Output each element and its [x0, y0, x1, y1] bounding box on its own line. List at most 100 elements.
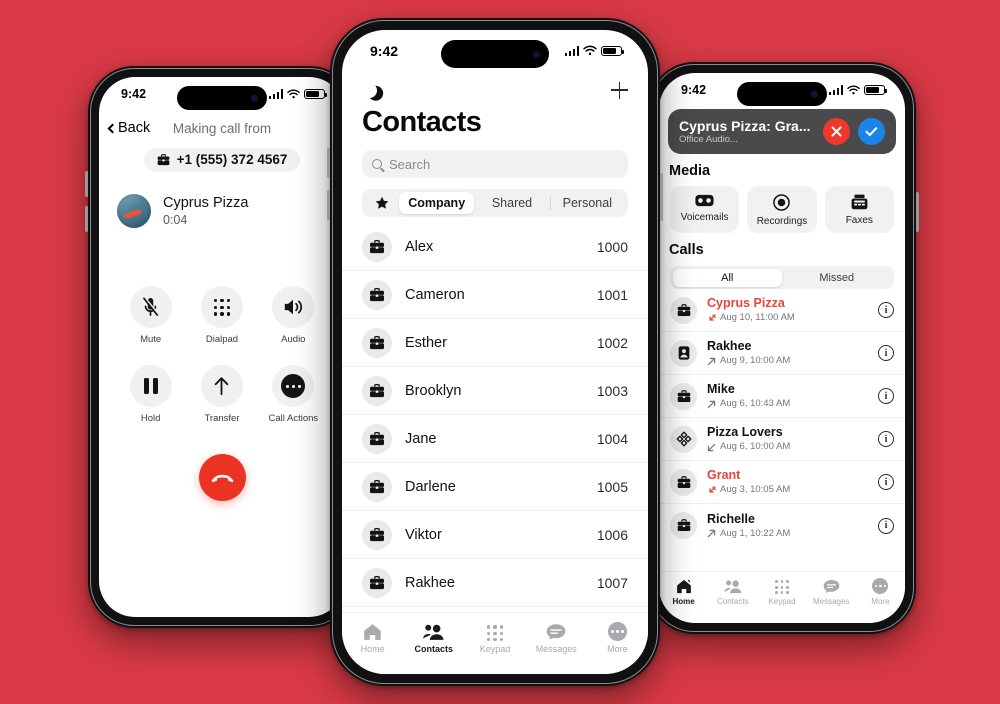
call-name: Richelle: [707, 511, 755, 526]
more-actions-label: Call Actions: [268, 413, 319, 425]
cellular-signal-icon: [828, 85, 843, 95]
contact-row[interactable]: Alex 1000: [342, 223, 648, 271]
briefcase-icon: [362, 327, 392, 358]
call-row[interactable]: Pizza Lovers Aug 6, 10:00 AM i: [659, 418, 905, 461]
segment-shared[interactable]: Shared: [474, 192, 549, 214]
contact-row[interactable]: Jane 1004: [342, 415, 648, 463]
decline-call-button[interactable]: [823, 118, 850, 145]
add-contact-button[interactable]: [611, 81, 628, 99]
hangup-button[interactable]: [198, 454, 246, 502]
wifi-icon: [847, 85, 860, 94]
volume-down-button[interactable]: [327, 190, 330, 220]
voicemails-card[interactable]: Voicemails: [670, 186, 740, 233]
briefcase-icon: [362, 375, 392, 406]
accept-call-button[interactable]: [858, 118, 885, 145]
info-icon[interactable]: i: [878, 345, 894, 361]
call-row[interactable]: Cyprus Pizza Aug 10, 11:00 AM i: [659, 289, 905, 332]
callee-name: Cyprus Pizza: [163, 195, 249, 211]
home-icon: [363, 621, 382, 641]
info-icon[interactable]: i: [878, 302, 894, 318]
call-time: Aug 9, 10:00 AM: [720, 355, 791, 367]
hold-button[interactable]: Hold: [129, 365, 172, 425]
call-time: Aug 6, 10:00 AM: [720, 441, 791, 453]
incoming-call-banner[interactable]: Cyprus Pizza: Gra... Office Audio...: [668, 109, 896, 154]
call-row[interactable]: Richelle Aug 1, 10:22 AM i: [659, 504, 905, 547]
mute-button[interactable]: Mute: [129, 286, 172, 345]
briefcase-icon: [362, 423, 392, 454]
power-button[interactable]: [660, 173, 663, 221]
segment-personal[interactable]: Personal: [549, 192, 625, 214]
info-icon[interactable]: i: [878, 388, 894, 404]
tab-more[interactable]: More: [587, 621, 648, 654]
more-icon: [872, 577, 889, 594]
dialpad-button[interactable]: Dialpad: [200, 286, 243, 345]
briefcase-icon: [362, 519, 392, 550]
search-input[interactable]: Search: [362, 150, 628, 178]
cellular-signal-icon: [564, 46, 579, 56]
contact-row[interactable]: Cameron 1001: [342, 271, 648, 319]
tab-contacts[interactable]: Contacts: [403, 621, 464, 654]
star-icon: [375, 196, 389, 209]
tab-home[interactable]: Home: [659, 577, 708, 606]
call-actions-button[interactable]: Call Actions: [268, 365, 319, 425]
volume-up-button[interactable]: [327, 148, 330, 178]
contact-row[interactable]: Darlene 1005: [342, 463, 648, 511]
speaker-icon: [272, 286, 315, 329]
tab-more[interactable]: More: [856, 577, 905, 606]
briefcase-icon: [362, 279, 392, 310]
transfer-button[interactable]: Transfer: [200, 365, 243, 425]
filter-all[interactable]: All: [672, 268, 782, 287]
volume-down-button[interactable]: [85, 206, 88, 232]
tab-keypad[interactable]: Keypad: [464, 621, 525, 654]
tab-keypad[interactable]: Keypad: [757, 577, 806, 606]
outgoing-call-icon: [707, 529, 716, 538]
tab-messages[interactable]: Messages: [807, 577, 856, 606]
active-call-callee[interactable]: Cyprus Pizza 0:04: [99, 172, 345, 229]
phone-mockup-right: 9:42 Cyprus Pizza: Gra... Office Audio..…: [645, 62, 919, 634]
info-icon[interactable]: i: [878, 517, 894, 534]
contact-row[interactable]: Viktor 1006: [342, 511, 648, 559]
moon-icon[interactable]: [360, 81, 379, 100]
missed-call-icon: [709, 485, 716, 493]
power-button[interactable]: [916, 192, 919, 232]
screen-right: 9:42 Cyprus Pizza: Gra... Office Audio..…: [659, 73, 905, 623]
media-heading: Media: [669, 163, 711, 179]
caller-id-chip[interactable]: +1 (555) 372 4567: [143, 148, 301, 172]
calls-filter: All Missed: [670, 266, 894, 289]
volume-up-button[interactable]: [85, 171, 88, 197]
record-icon: [773, 194, 791, 211]
info-icon[interactable]: i: [878, 431, 894, 447]
tab-messages[interactable]: Messages: [526, 621, 587, 654]
contact-row[interactable]: Rakhee 1007: [342, 559, 648, 607]
call-name: Mike: [707, 382, 735, 397]
media-shortcuts: Voicemails Recordings Faxes: [659, 179, 905, 233]
segment-company[interactable]: Company: [399, 192, 475, 214]
info-icon[interactable]: i: [878, 474, 894, 490]
contact-name: Rakhee: [405, 574, 455, 591]
recordings-card[interactable]: Recordings: [747, 186, 817, 233]
call-actions-label: Transfer: [204, 413, 240, 425]
keypad-icon: [775, 577, 789, 594]
favorites-button[interactable]: [365, 196, 399, 210]
back-button[interactable]: Back: [107, 120, 150, 136]
tab-label: Contacts: [414, 644, 454, 654]
tab-home[interactable]: Home: [342, 621, 403, 654]
calls-heading: Calls: [669, 242, 704, 258]
screen-center: 9:42 Contacts Search Company Shared Pers…: [342, 30, 648, 674]
contact-row[interactable]: Esther 1002: [342, 319, 648, 367]
call-row[interactable]: Grant Aug 3, 10:05 AM i: [659, 461, 905, 504]
contact-name: Viktor: [405, 526, 442, 543]
briefcase-icon: [670, 512, 697, 539]
call-row[interactable]: Mike Aug 6, 10:43 AM i: [659, 375, 905, 418]
call-row[interactable]: Rakhee Aug 9, 10:00 AM i: [659, 332, 905, 375]
filter-missed[interactable]: Missed: [782, 269, 892, 287]
contact-row[interactable]: Brooklyn 1003: [342, 367, 648, 415]
call-time: Aug 1, 10:22 AM: [720, 527, 791, 539]
call-time: Aug 3, 10:05 AM: [720, 484, 791, 496]
briefcase-icon: [362, 567, 392, 598]
battery-icon: [304, 88, 328, 100]
audio-button[interactable]: Audio: [272, 286, 315, 345]
faxes-card[interactable]: Faxes: [824, 186, 894, 233]
tab-contacts[interactable]: Contacts: [708, 577, 757, 606]
hold-label: Hold: [140, 413, 161, 425]
